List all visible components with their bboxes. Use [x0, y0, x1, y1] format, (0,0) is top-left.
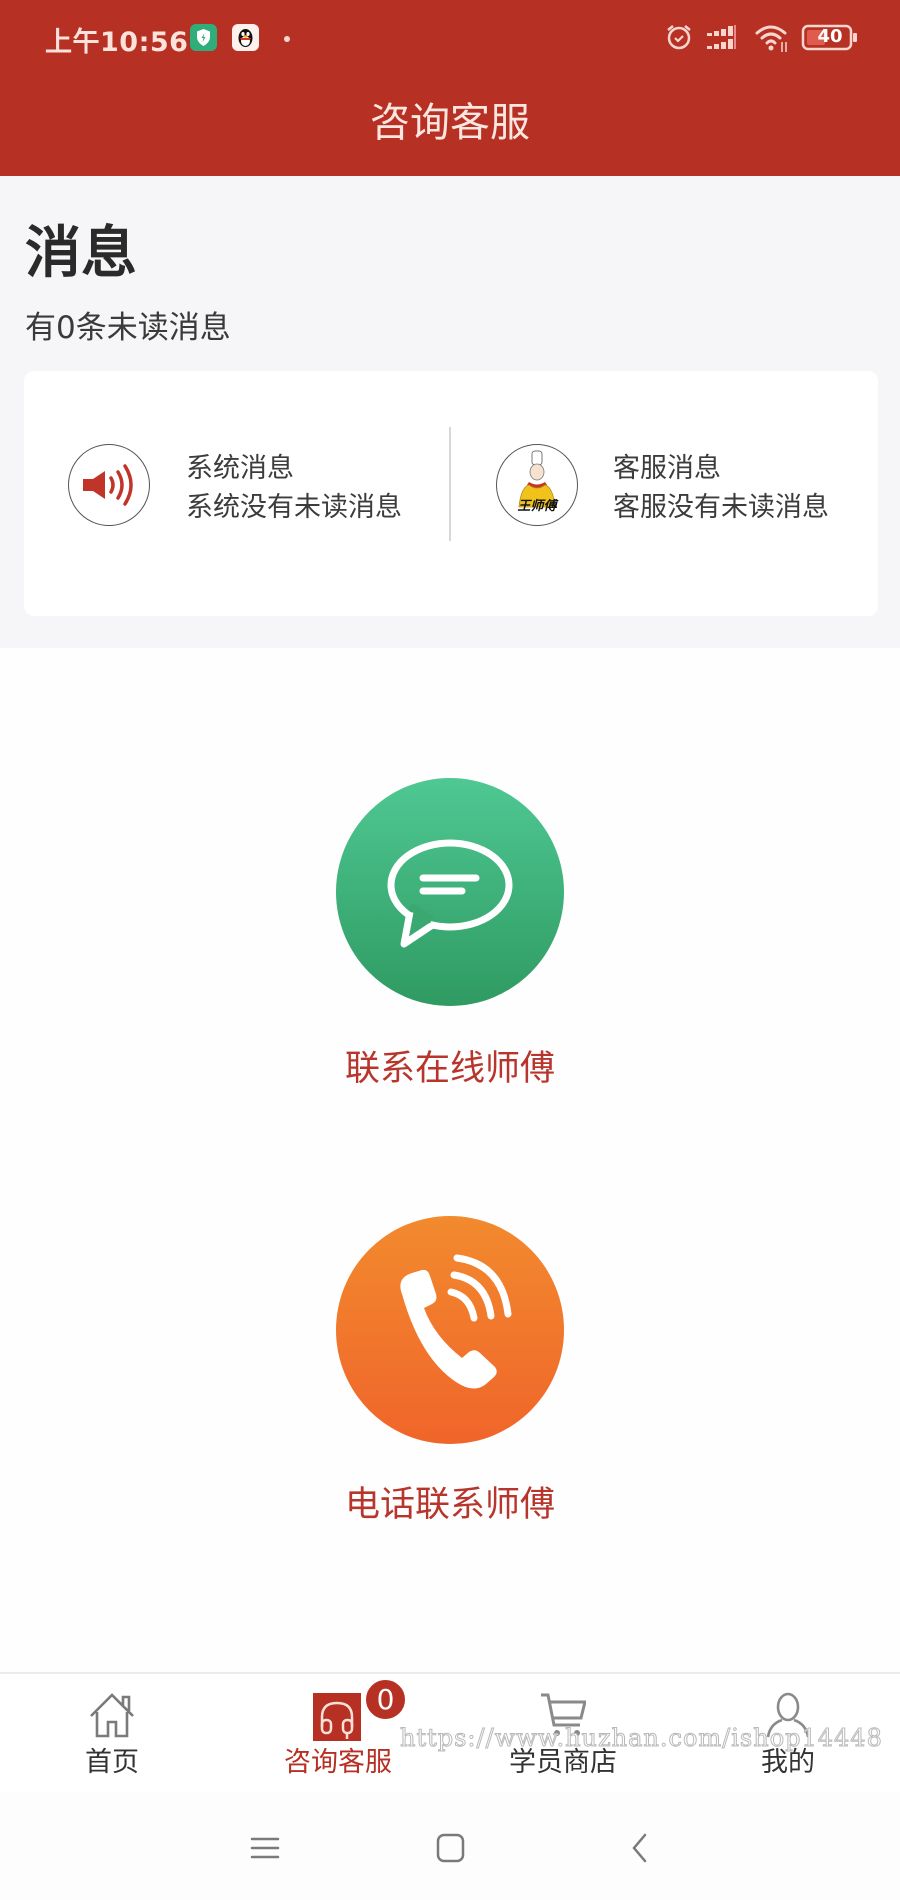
system-message-subtitle: 系统没有未读消息	[186, 492, 402, 523]
phone-call-label[interactable]: 电话联系师傅	[0, 1476, 900, 1527]
tab-home[interactable]: 首页	[32, 1690, 192, 1785]
signal-icon	[707, 24, 743, 52]
unread-summary: 有0条未读消息	[25, 310, 231, 346]
messages-heading: 消息	[25, 221, 137, 286]
chef-avatar: 王师傅	[496, 444, 578, 526]
tab-home-label: 首页	[85, 1747, 139, 1778]
security-app-icon	[190, 24, 217, 51]
wifi-icon	[754, 22, 792, 54]
phone-call-button[interactable]	[336, 1216, 564, 1444]
online-chat-button[interactable]	[336, 778, 564, 1006]
avatar-text: 王师傅	[517, 499, 557, 514]
system-message-item[interactable]: 系统消息 系统没有未读消息	[24, 371, 449, 616]
back-icon[interactable]	[620, 1828, 660, 1868]
phone-icon	[400, 1254, 512, 1389]
tab-consult-label: 咨询客服	[284, 1747, 392, 1778]
qq-app-icon	[232, 24, 259, 51]
service-message-subtitle: 客服没有未读消息	[613, 492, 829, 523]
battery-icon: 40	[801, 24, 861, 52]
menu-icon[interactable]	[245, 1828, 285, 1868]
headset-icon	[313, 1693, 361, 1741]
online-chat-label[interactable]: 联系在线师傅	[0, 1040, 900, 1091]
alarm-icon	[664, 22, 694, 52]
watermark-text: https://www.huzhan.com/ishop14448	[400, 1724, 883, 1753]
chat-bubble-icon	[387, 839, 513, 948]
home-square-icon[interactable]	[430, 1828, 470, 1868]
speaker-icon	[68, 444, 150, 526]
page-title: 咨询客服	[370, 100, 530, 146]
home-icon	[90, 1693, 134, 1738]
system-message-title: 系统消息	[186, 453, 294, 484]
battery-level: 40	[817, 26, 843, 47]
service-message-item[interactable]: 王师傅 客服消息 客服没有未读消息	[451, 371, 878, 616]
service-message-title: 客服消息	[613, 453, 721, 484]
status-time: 上午10:56	[45, 27, 189, 58]
unread-badge: 0	[365, 1679, 406, 1720]
notification-dot	[284, 36, 290, 42]
